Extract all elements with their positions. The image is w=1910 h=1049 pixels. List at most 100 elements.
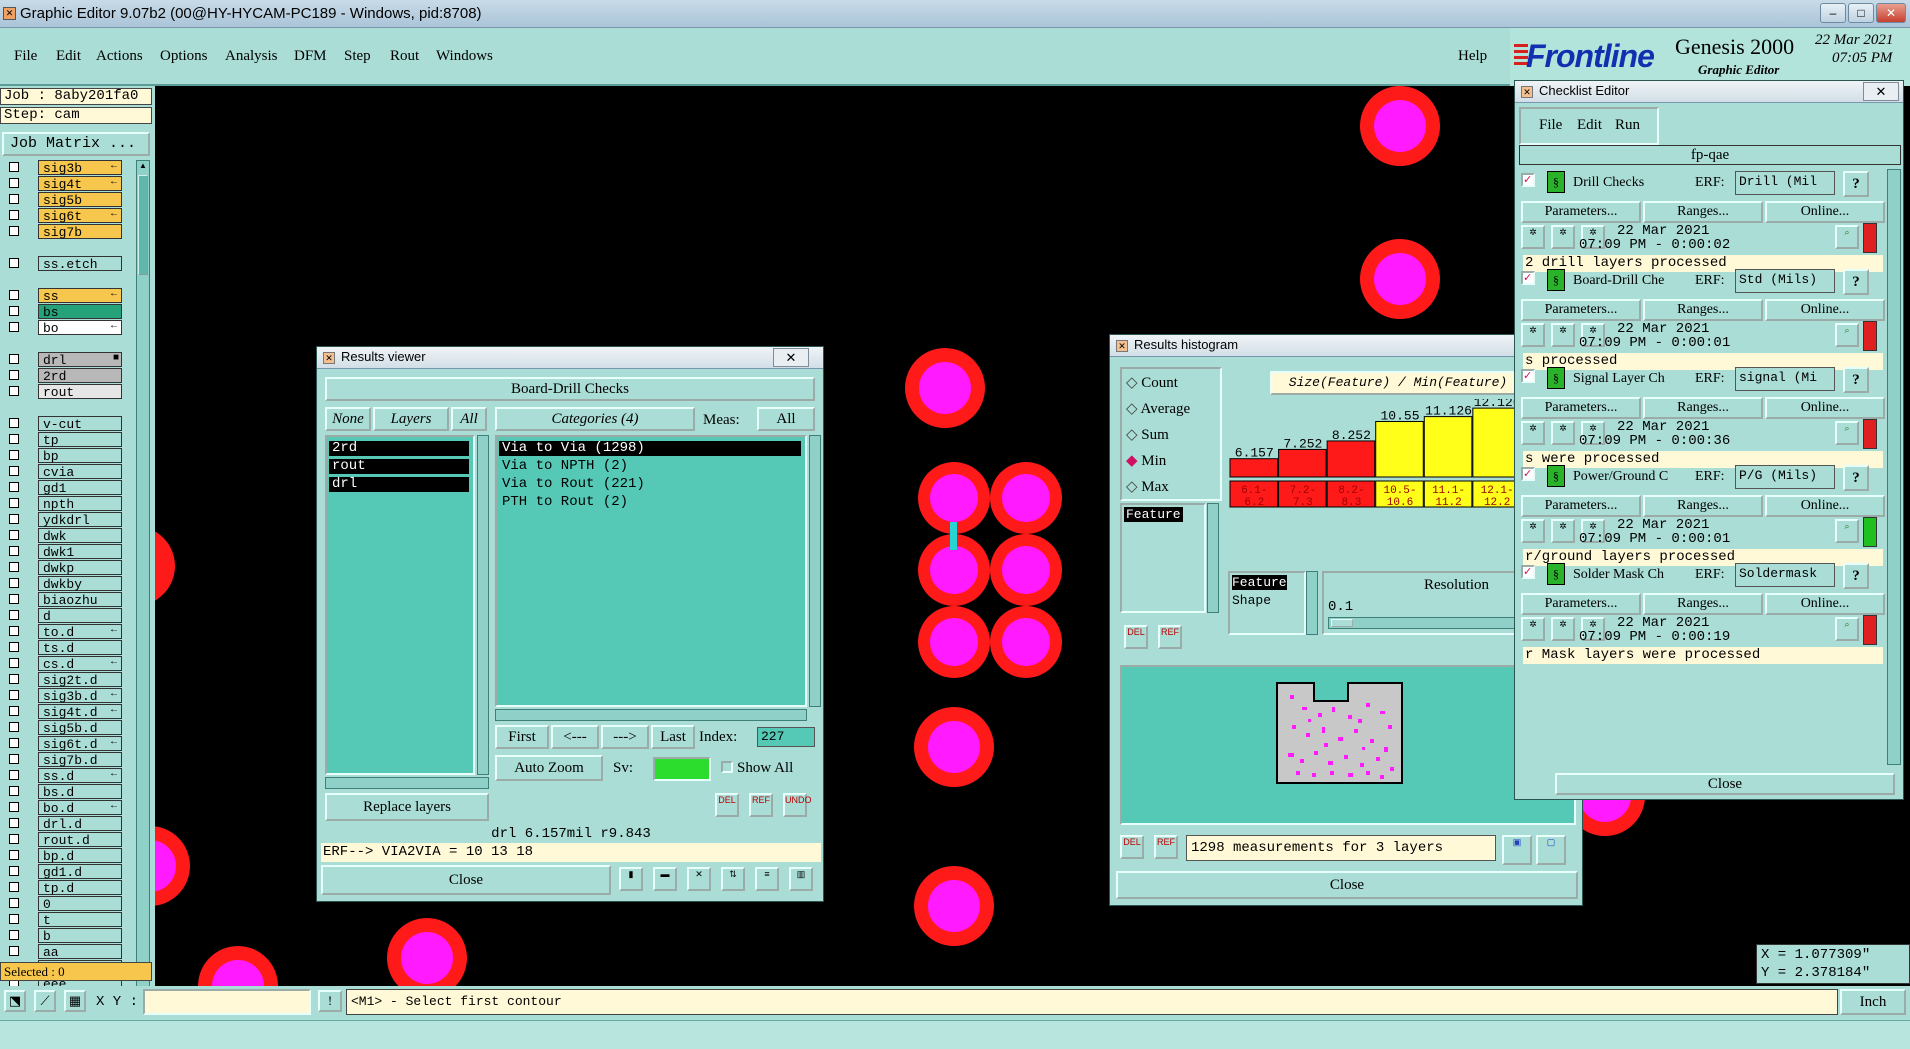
layer-checkbox[interactable] [9, 498, 19, 508]
parameters-button[interactable]: Parameters... [1521, 201, 1641, 223]
layer-row[interactable]: sig4t ← [4, 176, 122, 192]
layer-name[interactable]: drl [38, 352, 122, 368]
layer-checkbox[interactable] [9, 818, 19, 828]
layer-name[interactable]: sig7b [38, 224, 122, 240]
layer-row[interactable]: 0 [4, 896, 122, 912]
layer-checkbox[interactable] [9, 610, 19, 620]
erf-select[interactable]: Soldermask [1735, 563, 1835, 587]
layer-row[interactable]: ts.d [4, 640, 122, 656]
layer-checkbox[interactable] [9, 322, 19, 332]
layer-name[interactable]: 0 [38, 896, 122, 912]
layer-row[interactable]: sig4t.d ← [4, 704, 122, 720]
checklist-close-button[interactable]: Close [1555, 773, 1895, 795]
layer-name[interactable]: ss.etch [38, 256, 122, 272]
layer-row[interactable]: biaozhu [4, 592, 122, 608]
layer-name[interactable]: t [38, 912, 122, 928]
action-checkbox[interactable]: ✓ [1521, 369, 1535, 383]
histogram-close-button[interactable]: Close [1116, 871, 1578, 899]
layer-row[interactable]: sig2t.d [4, 672, 122, 688]
layer-row[interactable]: to.d ← [4, 624, 122, 640]
layer-row[interactable] [4, 272, 122, 287]
categories-button[interactable]: Categories (4) [495, 407, 695, 431]
replace-layers-select[interactable]: Replace layers [325, 793, 489, 821]
layer-checkbox[interactable] [9, 626, 19, 636]
categories-scrollbar[interactable] [809, 435, 821, 707]
histogram-bar[interactable] [1278, 448, 1327, 478]
histogram-bar[interactable] [1423, 416, 1473, 478]
category-item[interactable]: Via to Rout (221) [499, 477, 801, 492]
layer-name[interactable]: bp.d [38, 848, 122, 864]
online-button[interactable]: Online... [1765, 299, 1885, 321]
layer-row[interactable]: bs.d [4, 784, 122, 800]
layer-row[interactable]: bo ← [4, 320, 122, 336]
layer-row[interactable]: bp [4, 448, 122, 464]
layer-checkbox[interactable] [9, 930, 19, 940]
parameters-button[interactable]: Parameters... [1521, 397, 1641, 419]
preview-delete-icon[interactable]: DEL [1120, 835, 1144, 859]
layer-row[interactable]: dwk [4, 528, 122, 544]
layer-checkbox[interactable] [9, 194, 19, 204]
feature-shape-item[interactable]: Shape [1232, 593, 1271, 608]
layer-row[interactable]: npth [4, 496, 122, 512]
results-viewer-close-x[interactable]: ✕ [773, 348, 809, 367]
clear-icon[interactable]: ✕ [687, 867, 711, 891]
xy-input[interactable] [143, 989, 311, 1015]
layer-row[interactable]: bs [4, 304, 122, 320]
layer-checkbox[interactable] [9, 386, 19, 396]
layer-checkbox[interactable] [9, 290, 19, 300]
erf-select[interactable]: signal (Mi [1735, 367, 1835, 391]
layer-name[interactable]: aa [38, 944, 122, 960]
menu-edit[interactable]: Edit [56, 48, 81, 65]
highlight-icon[interactable]: ▬ [653, 867, 677, 891]
layers-button[interactable]: Layers [373, 407, 449, 431]
layer-checkbox[interactable] [9, 354, 19, 364]
ranges-button[interactable]: Ranges... [1643, 299, 1763, 321]
layer-checkbox[interactable] [9, 578, 19, 588]
layer-name[interactable]: ts.d [38, 640, 122, 656]
layer-checkbox[interactable] [9, 162, 19, 172]
layer-checkbox[interactable] [9, 226, 19, 236]
layer-checkbox[interactable] [9, 418, 19, 428]
action-checkbox[interactable]: ✓ [1521, 467, 1535, 481]
last-button[interactable]: Last [651, 725, 695, 749]
layer-name[interactable]: cvia [38, 464, 122, 480]
layer-row[interactable]: dwk1 [4, 544, 122, 560]
action-status-icon[interactable]: § [1547, 367, 1565, 389]
resolution-slider-thumb[interactable] [1331, 619, 1353, 627]
run-action-icon[interactable]: ✲ [1521, 421, 1545, 445]
layer-checkbox[interactable] [9, 738, 19, 748]
zoom-out-icon[interactable]: ▢ [1536, 835, 1566, 865]
view-results-icon[interactable]: ⌕ [1835, 225, 1859, 249]
layer-row[interactable]: tp [4, 432, 122, 448]
menu-actions[interactable]: Actions [96, 48, 143, 65]
layer-name[interactable]: bs.d [38, 784, 122, 800]
scroll-thumb[interactable] [138, 175, 148, 275]
layer-checkbox[interactable] [9, 898, 19, 908]
layer-checkbox[interactable] [9, 850, 19, 860]
layer-list-scrollbar[interactable]: ▲ [136, 160, 150, 1020]
run-action-icon[interactable]: ✲ [1521, 617, 1545, 641]
action-checkbox[interactable]: ✓ [1521, 565, 1535, 579]
online-button[interactable]: Online... [1765, 593, 1885, 615]
layer-row[interactable]: sig6t ← [4, 208, 122, 224]
run-action-icon[interactable]: ✲ [1551, 519, 1575, 543]
layer-row[interactable]: 2rd [4, 368, 122, 384]
run-action-icon[interactable]: ✲ [1551, 617, 1575, 641]
layer-name[interactable]: gd1 [38, 480, 122, 496]
layer-row[interactable]: ss ← [4, 288, 122, 304]
layer-name[interactable]: dwkby [38, 576, 122, 592]
histogram-delete-icon[interactable]: DEL [1124, 625, 1148, 649]
menu-step[interactable]: Step [344, 48, 371, 65]
layer-item[interactable]: rout [329, 459, 469, 474]
layer-row[interactable]: ydkdrl [4, 512, 122, 528]
layer-row[interactable] [4, 400, 122, 415]
index-field[interactable]: 227 [757, 727, 815, 747]
layer-name[interactable]: bp [38, 448, 122, 464]
results-viewer-close-button[interactable]: Close [321, 865, 611, 895]
preview-refresh-icon[interactable]: REF [1154, 835, 1178, 859]
layer-checkbox[interactable] [9, 770, 19, 780]
layer-name[interactable]: d [38, 608, 122, 624]
help-button[interactable]: ? [1843, 465, 1869, 491]
layer-row[interactable]: gd1 [4, 480, 122, 496]
histogram-bar[interactable] [1229, 458, 1279, 478]
